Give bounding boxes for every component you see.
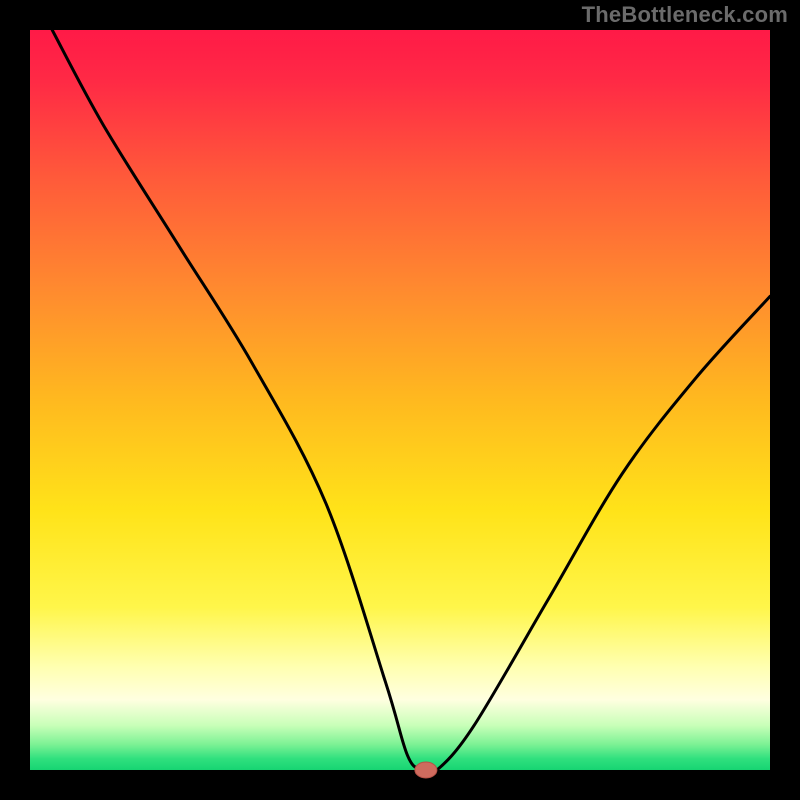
bottleneck-chart-svg: [0, 0, 800, 800]
chart-frame: TheBottleneck.com: [0, 0, 800, 800]
watermark-text: TheBottleneck.com: [582, 2, 788, 28]
optimal-point-marker: [415, 762, 437, 778]
plot-background: [30, 30, 770, 770]
